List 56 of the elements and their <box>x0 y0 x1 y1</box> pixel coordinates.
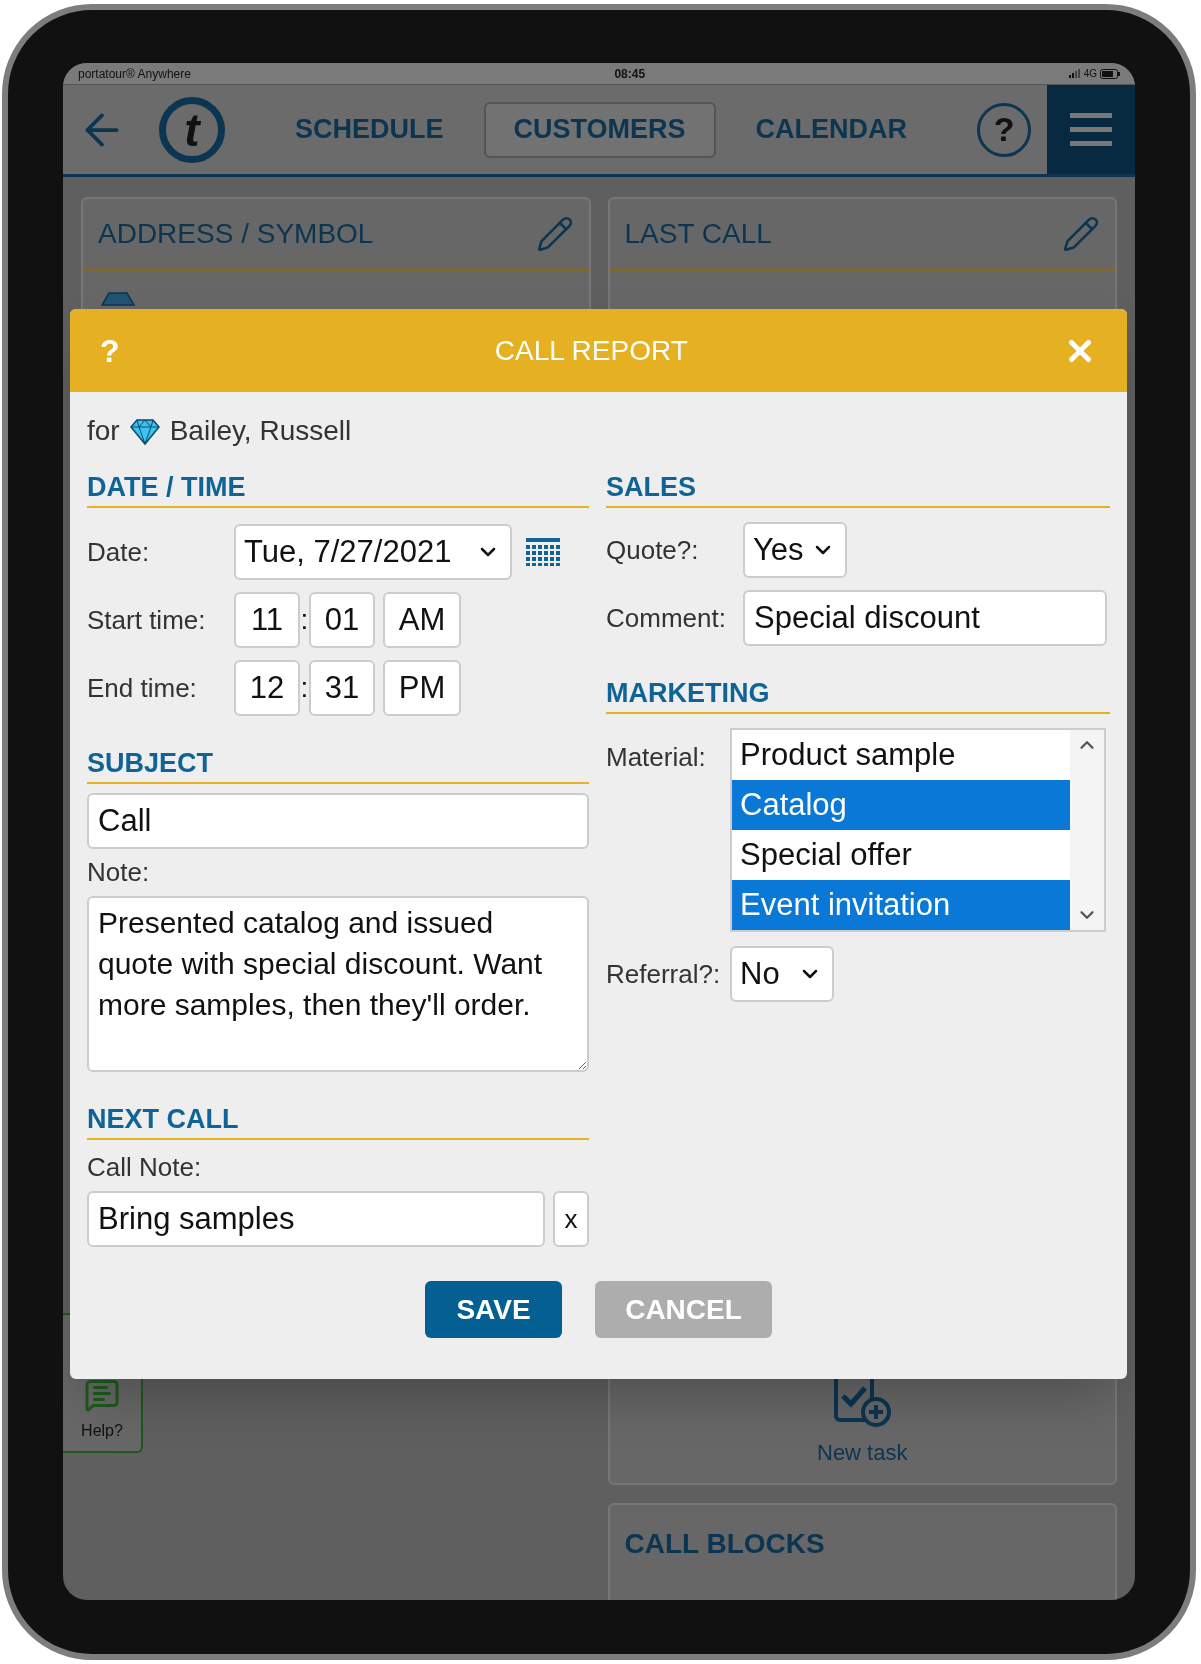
clear-button[interactable]: x <box>553 1191 589 1247</box>
section-heading: MARKETING <box>606 678 770 708</box>
comment-field[interactable]: Special discount <box>743 590 1107 646</box>
card-title: CALL BLOCKS <box>624 1528 825 1559</box>
field-label: Call Note: <box>87 1151 203 1184</box>
help-button[interactable]: ? <box>977 102 1032 157</box>
calendar-icon[interactable] <box>526 538 560 566</box>
new-task-label: New task <box>817 1439 908 1467</box>
section-heading: DATE / TIME <box>87 472 246 502</box>
call-note-field[interactable]: Bring samples <box>87 1191 545 1247</box>
select-field[interactable]: Tue, 7/27/2021 <box>234 524 512 580</box>
chat-icon <box>84 1377 120 1413</box>
battery-icon <box>1100 68 1120 79</box>
field-label: Comment: <box>606 601 727 635</box>
select-field[interactable]: Yes <box>743 522 847 578</box>
card-title: ADDRESS / SYMBOL <box>98 216 374 251</box>
time-field[interactable]: AM <box>383 592 461 648</box>
field-label: End time: <box>87 671 198 705</box>
field-label: Quote?: <box>606 533 700 567</box>
list-option[interactable]: Special offer <box>732 830 1070 880</box>
section-heading: NEXT CALL <box>87 1104 239 1134</box>
time-field[interactable]: 11 <box>234 592 300 648</box>
dialog-title: CALL REPORT <box>494 333 688 368</box>
logo: t <box>159 96 225 163</box>
signal-icon <box>1068 69 1081 78</box>
app-name: portatour® Anywhere <box>78 65 191 83</box>
time-field[interactable]: 31 <box>309 660 375 716</box>
menu-button[interactable] <box>1047 85 1135 174</box>
save-button[interactable]: SAVE <box>425 1281 562 1338</box>
field-label: Material: <box>606 741 707 774</box>
material-list[interactable]: Product sample Catalog Special offer Event invitation <box>730 728 1106 932</box>
clock: 08:45 <box>614 65 646 83</box>
field-label: Note: <box>87 856 151 889</box>
subject-field[interactable]: Call <box>87 793 589 849</box>
time-field[interactable]: 12 <box>234 660 300 716</box>
field-label: Start time: <box>87 603 207 637</box>
section-heading: SUBJECT <box>87 748 214 778</box>
edit-icon[interactable] <box>1062 214 1100 253</box>
card-title: LAST CALL <box>624 216 772 251</box>
time-field[interactable]: 01 <box>309 592 375 648</box>
edit-icon[interactable] <box>535 214 574 253</box>
section-heading: SALES <box>606 472 697 502</box>
for-label: for <box>87 414 120 448</box>
time-field[interactable]: PM <box>383 660 461 716</box>
list-option[interactable]: Catalog <box>732 780 1070 830</box>
time-separator: : <box>300 671 309 705</box>
select-field[interactable]: No <box>730 946 834 1002</box>
customer-name: Bailey, Russell <box>169 414 352 448</box>
field-label: Date: <box>87 535 151 569</box>
network-label: 4G <box>1083 67 1097 81</box>
field-label: Referral?: <box>606 957 722 991</box>
time-separator: : <box>300 603 309 637</box>
scrollbar[interactable] <box>1070 730 1104 930</box>
note-field[interactable]: Presented catalog and issued quote with special discount. Want more samples, then they'll order. <box>87 896 589 1072</box>
list-option[interactable]: Event invitation <box>732 880 1070 930</box>
list-option[interactable]: Product sample <box>732 730 1070 780</box>
